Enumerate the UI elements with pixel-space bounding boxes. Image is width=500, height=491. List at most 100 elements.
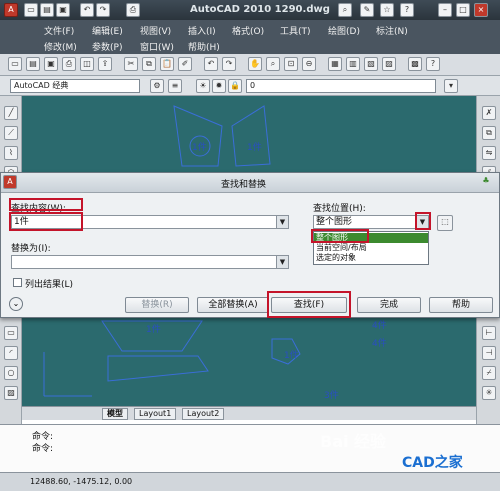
maximize-icon[interactable]: □	[456, 3, 470, 17]
location-option[interactable]: 当前空间/布局	[314, 243, 428, 253]
menu-window[interactable]: 窗口(W)	[140, 40, 174, 53]
replace-with-label: 替换为(I):	[11, 244, 51, 254]
watermark-logo: CAD之家	[402, 455, 463, 471]
tool-palettes-icon[interactable]: ▧	[364, 57, 378, 71]
layer-manager-icon[interactable]: ≡	[168, 79, 182, 93]
design-center-icon[interactable]: ▥	[346, 57, 360, 71]
print-icon[interactable]: ⎙	[126, 3, 140, 17]
circle-icon[interactable]: ○	[4, 366, 18, 380]
part-shape	[231, 105, 271, 167]
explode-icon[interactable]: ✳	[482, 386, 496, 400]
save-icon[interactable]: ▣	[56, 3, 70, 17]
rectangle-icon[interactable]: ▭	[4, 326, 18, 340]
chevron-down-icon[interactable]: ▼	[276, 256, 288, 268]
polyline-icon[interactable]: ⌇	[4, 146, 18, 160]
menu-parametric[interactable]: 参数(P)	[92, 40, 122, 53]
standard-toolbar: ▭ ▤ ▣ ⎙ ◫ ⇪ ✂ ⧉ 📋 ✐ ↶ ↷ ✋ ⌕ ⊡ ⊖ ▦ ▥ ▧ ▨ …	[0, 54, 500, 76]
search-icon[interactable]: ⌕	[338, 3, 352, 17]
search-location-select[interactable]: 整个图形 ▼	[313, 215, 429, 229]
preview-icon[interactable]: ◫	[80, 57, 94, 71]
redo-toolbar-icon[interactable]: ↷	[222, 57, 236, 71]
new-file-icon[interactable]: ▭	[8, 57, 22, 71]
expand-options-icon[interactable]: ⌄	[9, 297, 23, 311]
tab-layout1[interactable]: Layout1	[134, 408, 177, 420]
cut-icon[interactable]: ✂	[124, 57, 138, 71]
arc-icon[interactable]: ◜	[4, 346, 18, 360]
menu-tools[interactable]: 工具(T)	[280, 24, 311, 37]
status-bar: 12488.60, -1475.12, 0.00	[0, 472, 500, 491]
save-file-icon[interactable]: ▣	[44, 57, 58, 71]
dialog-title: 查找和替换	[221, 180, 267, 190]
extend-icon[interactable]: ⊣	[482, 346, 496, 360]
copy-object-icon[interactable]: ⧉	[482, 126, 496, 140]
menu-file[interactable]: 文件(F)	[44, 24, 74, 37]
menu-modify[interactable]: 修改(M)	[44, 40, 77, 53]
break-icon[interactable]: ⌿	[482, 366, 496, 380]
pan-icon[interactable]: ✋	[248, 57, 262, 71]
publish-icon[interactable]: ⇪	[98, 57, 112, 71]
undo-icon[interactable]: ↶	[80, 3, 94, 17]
location-option[interactable]: 选定的对象	[314, 253, 428, 263]
menu-insert[interactable]: 插入(I)	[188, 24, 216, 37]
app-menu-icon[interactable]: A	[4, 3, 18, 17]
trim-icon[interactable]: ⊢	[482, 326, 496, 340]
mirror-icon[interactable]: ⇋	[482, 146, 496, 160]
zoom-previous-icon[interactable]: ⊖	[302, 57, 316, 71]
lightbulb-icon[interactable]: ☀	[196, 79, 210, 93]
tab-layout2[interactable]: Layout2	[182, 408, 225, 420]
menu-view[interactable]: 视图(V)	[140, 24, 171, 37]
open-icon[interactable]: ▤	[40, 3, 54, 17]
sheet-set-icon[interactable]: ▨	[382, 57, 396, 71]
chevron-down-icon[interactable]: ▼	[276, 216, 288, 228]
sun-icon[interactable]: ✹	[212, 79, 226, 93]
help-button[interactable]: 帮助	[429, 297, 493, 313]
workspace-settings-icon[interactable]: ⚙	[150, 79, 164, 93]
command-line: 命令:	[32, 444, 54, 454]
layer-select[interactable]: 0	[246, 79, 436, 93]
menu-help[interactable]: 帮助(H)	[188, 40, 220, 53]
tab-model[interactable]: 模型	[102, 408, 128, 420]
match-properties-icon[interactable]: ✐	[178, 57, 192, 71]
part-label: 4件	[372, 339, 387, 349]
window-title: AutoCAD 2010 1290.dwg	[190, 4, 330, 15]
find-replace-dialog: A 查找和替换 ♣ 查找内容(W): 1件 ▼ 替换为(I): ▼ 列出结果(L…	[0, 172, 500, 318]
hatch-icon[interactable]: ▨	[4, 386, 18, 400]
menu-format[interactable]: 格式(O)	[232, 24, 264, 37]
menu-dimension[interactable]: 标注(N)	[376, 24, 408, 37]
zoom-realtime-icon[interactable]: ⌕	[266, 57, 280, 71]
zoom-window-icon[interactable]: ⊡	[284, 57, 298, 71]
part-label: 1件	[284, 351, 299, 361]
close-icon[interactable]: ×	[474, 3, 488, 17]
new-icon[interactable]: ▭	[24, 3, 38, 17]
redo-icon[interactable]: ↷	[96, 3, 110, 17]
properties-icon[interactable]: ▦	[328, 57, 342, 71]
paste-icon[interactable]: 📋	[160, 57, 174, 71]
help-toolbar-icon[interactable]: ?	[426, 57, 440, 71]
part-label: 1件	[146, 325, 161, 335]
layer-state-icon[interactable]: ▾	[444, 79, 458, 93]
menu-draw[interactable]: 绘图(D)	[328, 24, 360, 37]
calculator-icon[interactable]: ▩	[408, 57, 422, 71]
line-icon[interactable]: ╱	[4, 106, 18, 120]
minimize-icon[interactable]: –	[438, 3, 452, 17]
print-file-icon[interactable]: ⎙	[62, 57, 76, 71]
replace-all-button[interactable]: 全部替换(A)	[197, 297, 269, 313]
erase-icon[interactable]: ✗	[482, 106, 496, 120]
lock-icon[interactable]: 🔒	[228, 79, 242, 93]
construction-line-icon[interactable]: ⟋	[4, 126, 18, 140]
copy-icon[interactable]: ⧉	[142, 57, 156, 71]
select-objects-icon[interactable]: ⬚	[437, 215, 453, 231]
replace-button[interactable]: 替换(R)	[125, 297, 189, 313]
wrench-icon[interactable]: ✎	[360, 3, 374, 17]
undo-toolbar-icon[interactable]: ↶	[204, 57, 218, 71]
help-icon[interactable]: ?	[400, 3, 414, 17]
menu-edit[interactable]: 编辑(E)	[92, 24, 123, 37]
done-button[interactable]: 完成	[357, 297, 421, 313]
open-file-icon[interactable]: ▤	[26, 57, 40, 71]
search-location-label: 查找位置(H):	[313, 204, 366, 214]
star-icon[interactable]: ☆	[380, 3, 394, 17]
list-results-checkbox[interactable]	[13, 278, 22, 287]
highlight-box	[9, 212, 83, 231]
replace-with-input[interactable]: ▼	[11, 255, 289, 269]
workspace-select[interactable]: AutoCAD 经典	[10, 79, 140, 93]
